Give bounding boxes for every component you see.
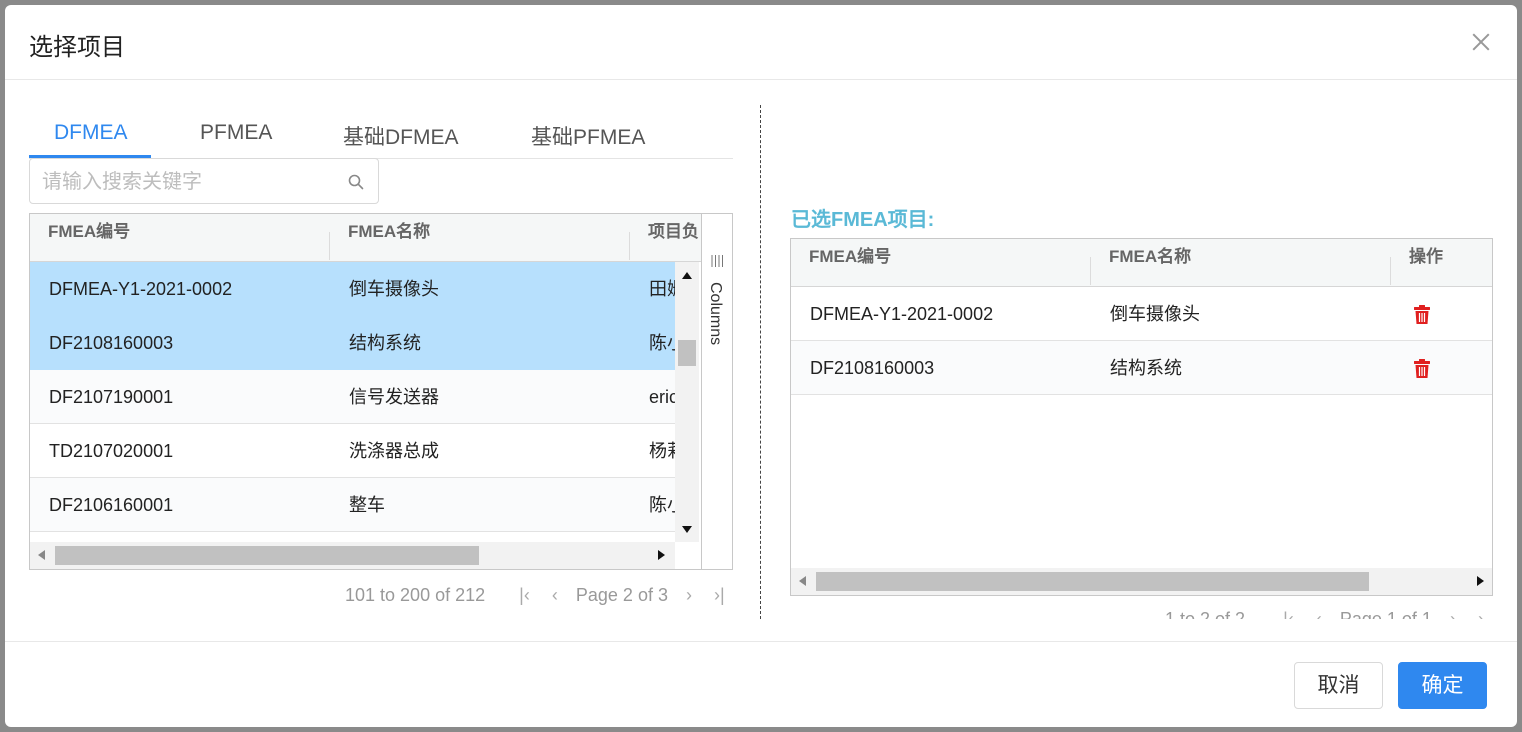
cell-name: 结构系统: [1110, 358, 1182, 378]
first-page-icon[interactable]: |‹: [1283, 609, 1294, 619]
last-page-icon[interactable]: ›|: [1478, 609, 1485, 619]
dialog-footer: 取消 确定: [5, 641, 1517, 727]
next-page-icon[interactable]: ›: [1450, 609, 1456, 619]
column-header-action: 操作: [1409, 247, 1443, 266]
scroll-down-arrow-icon[interactable]: [682, 526, 692, 533]
panel-divider: [760, 105, 761, 619]
column-header-code[interactable]: FMEA编号: [30, 214, 330, 261]
column-header-owner[interactable]: 项目负: [630, 214, 701, 261]
right-pagination: 1 to 2 of 2 |‹ ‹ Page 1 of 1 › ›|: [1165, 609, 1485, 619]
cell-code: DFMEA-Y1-2021-0002: [810, 304, 994, 324]
trash-icon[interactable]: [1413, 305, 1431, 325]
cell-name: 结构系统: [349, 333, 421, 353]
cell-code: DF2108160003: [810, 358, 935, 378]
columns-side-panel: Columns: [701, 214, 732, 569]
cell-code: DFMEA-Y1-2021-0002: [49, 279, 233, 299]
fmea-type-tabs: DFMEA PFMEA 基础DFMEA 基础PFMEA: [29, 109, 733, 159]
cell-name: 倒车摄像头: [349, 279, 439, 299]
tab-dfmea[interactable]: DFMEA: [54, 121, 128, 145]
cell-code: TD2107020001: [49, 441, 174, 461]
cell-owner: eric: [649, 387, 675, 407]
last-page-icon[interactable]: ›|: [714, 585, 725, 606]
confirm-button[interactable]: 确定: [1398, 662, 1487, 709]
horizontal-scroll-thumb[interactable]: [816, 572, 1369, 591]
tab-pfmea[interactable]: PFMEA: [200, 121, 272, 145]
cell-code: DF2106160001: [49, 495, 174, 515]
cancel-button[interactable]: 取消: [1294, 662, 1383, 709]
close-icon[interactable]: [1470, 31, 1492, 53]
right-pagination-clip: 1 to 2 of 2 |‹ ‹ Page 1 of 1 › ›|: [1165, 605, 1485, 619]
cell-name: 倒车摄像头: [1110, 304, 1200, 324]
tab-base-pfmea[interactable]: 基础PFMEA: [531, 121, 645, 151]
column-header-name[interactable]: FMEA名称: [330, 214, 630, 261]
cell-owner: 田姗: [649, 279, 675, 299]
search-input[interactable]: [40, 167, 334, 197]
table-row[interactable]: DF2106160001 整车 陈小: [30, 478, 675, 532]
cell-owner: 杨莉: [649, 441, 675, 461]
scroll-up-arrow-icon[interactable]: [682, 272, 692, 279]
search-icon[interactable]: [348, 174, 364, 190]
next-page-icon[interactable]: ›: [686, 585, 692, 606]
table-row[interactable]: TD2107020001 洗涤器总成 杨莉: [30, 424, 675, 478]
scroll-left-arrow-icon[interactable]: [38, 550, 45, 560]
column-header-name[interactable]: FMEA名称: [1091, 239, 1391, 286]
cell-code: DF2108160003: [49, 333, 174, 353]
cell-name: 洗涤器总成: [349, 441, 439, 461]
first-page-icon[interactable]: |‹: [519, 585, 530, 606]
vertical-scrollbar[interactable]: [675, 262, 699, 542]
column-header-code[interactable]: FMEA编号: [791, 239, 1091, 286]
horizontal-scrollbar[interactable]: [791, 568, 1492, 595]
grid-body: DFMEA-Y1-2021-0002 倒车摄像头 DF2108160003 结构…: [791, 287, 1492, 569]
grid-body: DFMEA-Y1-2021-0002 倒车摄像头 田姗 DF2108160003…: [30, 262, 675, 542]
table-row[interactable]: DFMEA-Y1-2021-0002 倒车摄像头 田姗: [30, 262, 675, 316]
page-summary: 101 to 200 of 212: [345, 585, 486, 605]
dialog-title: 选择项目: [29, 34, 125, 61]
page-indicator: Page 2 of 3: [575, 585, 668, 605]
scroll-right-arrow-icon[interactable]: [1477, 576, 1484, 586]
grid-header: FMEA编号 FMEA名称 操作: [791, 239, 1492, 287]
cell-owner: 陈小: [649, 333, 675, 353]
cell-name: 信号发送器: [349, 387, 439, 407]
page-summary: 1 to 2 of 2: [1165, 609, 1246, 619]
fmea-list-grid: FMEA编号 FMEA名称 项目负 DFMEA-Y1-2021-0002 倒车摄…: [29, 213, 733, 570]
horizontal-scrollbar[interactable]: [30, 542, 675, 569]
left-pagination: 101 to 200 of 212 |‹ ‹ Page 2 of 3 › ›|: [345, 585, 725, 606]
table-row[interactable]: DFMEA-Y1-2021-0002 倒车摄像头: [791, 287, 1492, 341]
select-project-dialog: 选择项目 DFMEA PFMEA 基础DFMEA 基础PFMEA FMEA编号 …: [5, 5, 1517, 727]
columns-icon[interactable]: [710, 254, 724, 268]
page-indicator: Page 1 of 1: [1339, 609, 1432, 619]
tab-base-dfmea[interactable]: 基础DFMEA: [343, 121, 459, 151]
cell-owner: 陈小: [649, 495, 675, 515]
cell-code: DF2107190001: [49, 387, 174, 407]
prev-page-icon[interactable]: ‹: [552, 585, 558, 606]
horizontal-scroll-thumb[interactable]: [55, 546, 479, 565]
vertical-scroll-thumb[interactable]: [678, 340, 696, 366]
grid-header: FMEA编号 FMEA名称 项目负: [30, 214, 701, 262]
table-row[interactable]: DF2108160003 结构系统: [791, 341, 1492, 395]
scroll-left-arrow-icon[interactable]: [799, 576, 806, 586]
table-row[interactable]: DF2107190001 信号发送器 eric: [30, 370, 675, 424]
table-row[interactable]: DF2108160003 结构系统 陈小: [30, 316, 675, 370]
cell-name: 整车: [349, 495, 385, 515]
prev-page-icon[interactable]: ‹: [1316, 609, 1322, 619]
selected-fmea-grid: FMEA编号 FMEA名称 操作 DFMEA-Y1-2021-0002 倒车摄像…: [790, 238, 1493, 596]
trash-icon[interactable]: [1413, 359, 1431, 379]
selected-fmea-title: 已选FMEA项目:: [791, 209, 935, 231]
columns-panel-toggle[interactable]: Columns: [706, 282, 724, 345]
search-box: [29, 158, 379, 204]
scroll-right-arrow-icon[interactable]: [658, 550, 665, 560]
dialog-header: 选择项目: [5, 5, 1517, 80]
